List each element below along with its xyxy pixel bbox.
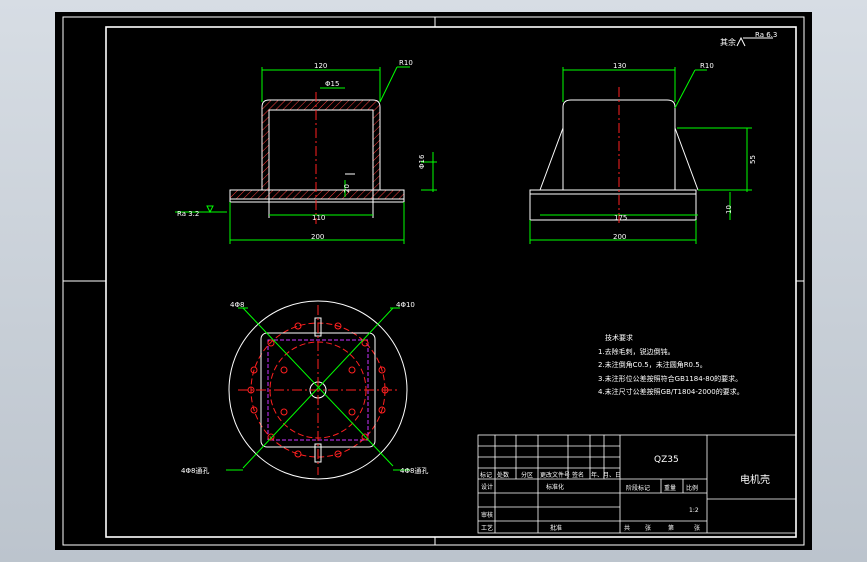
roughness-default-value: Ra 6.3 <box>755 31 777 39</box>
tb-scale: 1:2 <box>689 507 699 514</box>
front-dim-inner-width: 110 <box>312 214 325 222</box>
top-label-top-left: 4Φ8 <box>230 301 244 309</box>
roughness-symbol-icon <box>736 36 746 47</box>
side-dim-top-width: 130 <box>613 62 626 70</box>
tb-label-sign: 签名 <box>572 471 584 479</box>
front-dim-side-height: Φ16 <box>418 154 426 169</box>
side-dim-overall-width: 200 <box>613 233 626 241</box>
top-label-bottom-left: 4Φ8通孔 <box>181 466 209 475</box>
tb-title: 电机壳 <box>740 473 770 486</box>
front-dim-overall-width: 200 <box>311 233 324 241</box>
tb-label-change-doc: 更改文件号 <box>540 471 570 479</box>
tb-material: QZ35 <box>654 455 679 465</box>
drawing-canvas[interactable]: 其余 Ra 6.3 120 Φ15 R10 Φ16 20 110 200 Ra … <box>55 12 812 550</box>
tb-label-count: 处数 <box>497 471 509 479</box>
cad-viewport[interactable]: 其余 Ra 6.3 120 Φ15 R10 Φ16 20 110 200 Ra … <box>0 0 867 562</box>
side-view: 130 R10 55 175 200 10 <box>529 62 757 244</box>
tb-approve: 批准 <box>550 524 562 532</box>
front-dim-flange-thk: 20 <box>343 184 351 193</box>
tb-review: 审核 <box>481 511 493 519</box>
side-dim-inner-width: 175 <box>614 214 627 222</box>
tech-notes-heading: 技术要求 <box>605 333 633 342</box>
tech-note-1: 1.去除毛刺，锐边倒钝。 <box>598 347 675 356</box>
tech-note-3: 3.未注形位公差按照符合GB1184-80的要求。 <box>598 374 742 383</box>
top-label-top-right: 4Φ10 <box>396 301 415 309</box>
tb-sheets-label: 张 <box>645 524 651 532</box>
tb-process: 工艺 <box>481 524 493 532</box>
roughness-left-value: Ra 3.2 <box>177 210 199 218</box>
tb-label-date: 年、月、日 <box>591 471 621 479</box>
tb-standardization: 标准化 <box>546 483 564 491</box>
tech-notes: 技术要求 1.去除毛刺，锐边倒钝。 2.未注倒角C0.5，未注圆角R0.5。 3… <box>598 333 744 396</box>
front-view: 120 Φ15 R10 Φ16 20 110 200 Ra 3.2 <box>175 59 437 244</box>
front-dim-radius: R10 <box>399 59 413 67</box>
tb-weight: 重量 <box>664 484 676 492</box>
side-dim-base-thk: 10 <box>725 205 733 214</box>
tb-sheets-total: 共 <box>624 524 630 532</box>
side-dim-radius: R10 <box>700 62 714 70</box>
roughness-default: 其余 Ra 6.3 <box>720 31 777 47</box>
tb-sheet-label: 张 <box>694 524 700 532</box>
tb-design: 设计 <box>481 483 493 491</box>
tb-sheet-no: 第 <box>668 524 674 532</box>
tb-scale-label: 比例 <box>686 484 698 492</box>
roughness-default-label: 其余 <box>720 37 736 47</box>
tech-note-4: 4.未注尺寸公差按照GB/T1804-2000的要求。 <box>598 387 744 396</box>
top-view: 4Φ8 4Φ10 4Φ8通孔 4Φ8通孔 <box>181 300 428 480</box>
title-block: 标记 处数 分区 更改文件号 签名 年、月、日 设计 标准化 审核 工艺 批准 … <box>477 434 797 534</box>
tb-label-zone: 分区 <box>521 471 533 479</box>
tb-label-mark: 标记 <box>480 471 492 479</box>
sheet-frame <box>62 16 805 546</box>
drawing-svg: 其余 Ra 6.3 120 Φ15 R10 Φ16 20 110 200 Ra … <box>62 16 805 546</box>
top-label-bottom-right: 4Φ8通孔 <box>400 466 428 475</box>
tech-note-2: 2.未注倒角C0.5，未注圆角R0.5。 <box>598 360 707 369</box>
front-dim-bore: Φ15 <box>325 80 339 88</box>
tb-stage-mark: 阶段标记 <box>626 484 650 492</box>
front-dim-top-width: 120 <box>314 62 327 70</box>
side-dim-height: 55 <box>749 155 757 164</box>
